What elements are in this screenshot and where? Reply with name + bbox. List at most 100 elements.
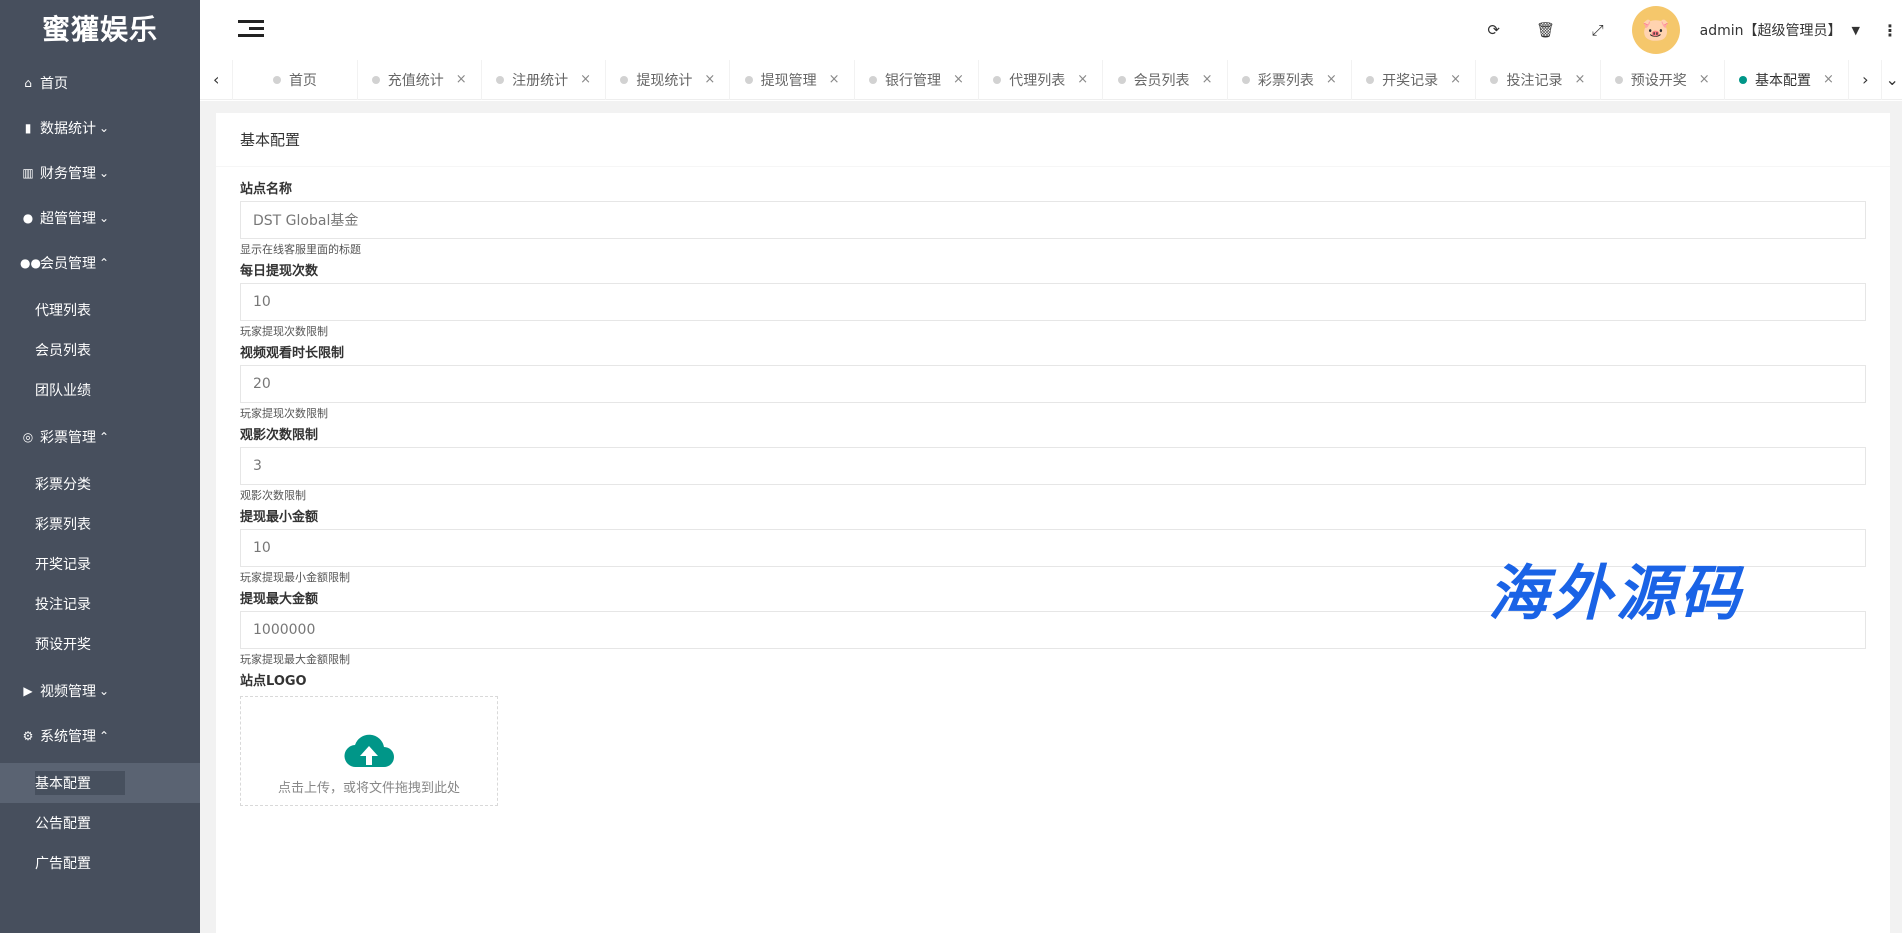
tab-dot [868, 75, 877, 84]
field-site-name: 站点名称 显示在线客服里面的标题 [240, 179, 1866, 261]
daily-withdraw-count-input[interactable] [240, 283, 1866, 321]
bar-chart-icon: ▮ [24, 120, 32, 135]
tab-menu-chevron-icon[interactable]: ⌄ [1882, 60, 1902, 100]
tab-draw-records[interactable]: 开奖记录 × [1352, 59, 1477, 100]
user-icon: ● [22, 210, 34, 225]
tab-withdraw-stats[interactable]: 提现统计 × [606, 59, 731, 100]
chevron-down-icon: ⌄ [99, 165, 110, 180]
tab-scroll-left-icon[interactable]: ‹ [200, 59, 234, 100]
close-icon[interactable]: × [1202, 72, 1213, 87]
close-icon[interactable]: × [1077, 72, 1088, 87]
tab-home[interactable]: 首页× [233, 59, 358, 100]
close-icon[interactable]: × [456, 72, 467, 87]
close-icon[interactable]: × [1326, 72, 1337, 87]
close-icon[interactable]: × [1574, 72, 1585, 87]
tab-basic-config[interactable]: 基本配置 × [1725, 59, 1850, 100]
tab-member-list[interactable]: 会员列表 × [1103, 59, 1228, 100]
field-label: 观影次数限制 [240, 428, 319, 443]
menu-toggle-icon[interactable] [238, 20, 264, 40]
tab-lottery-list[interactable]: 彩票列表 × [1228, 59, 1352, 100]
field-hint: 观影次数限制 [240, 489, 306, 502]
sidebar-subitem-basic-config[interactable]: 基本配置 [0, 763, 200, 803]
sidebar-item-finance[interactable]: ▥ 财务管理 ⌄ [0, 150, 200, 195]
sidebar-item-label: 会员管理 [40, 255, 96, 272]
sidebar-item-label: 系统管理 [40, 728, 96, 745]
view-count-limit-input[interactable] [240, 447, 1866, 485]
watermark-text: 海外源码 [1488, 559, 1744, 629]
sidebar: 蜜獾娱乐 ⌂ 首页 ▮ 数据统计 ⌄ ▥ 财务管理 ⌄ ● 超管管理 ⌄ ●● … [0, 0, 200, 933]
sidebar-subitem-preset-draw[interactable]: 预设开奖 [0, 624, 200, 664]
gear-icon: ⚙ [22, 728, 34, 743]
field-label: 提现最小金额 [240, 510, 319, 525]
chevron-up-icon: ⌃ [99, 728, 110, 743]
tab-scroll-right-icon[interactable]: › [1849, 59, 1883, 100]
sidebar-item-super-admin[interactable]: ● 超管管理 ⌄ [0, 195, 200, 240]
field-daily-withdraw-count: 每日提现次数 玩家提现次数限制 [240, 261, 1866, 343]
more-icon[interactable]: ⋮ [1882, 21, 1898, 40]
close-icon[interactable]: × [580, 72, 591, 87]
refresh-icon[interactable]: ⟳ [1468, 21, 1520, 39]
cloud-upload-icon [344, 734, 394, 768]
sidebar-subitem-lottery-category[interactable]: 彩票分类 [0, 464, 200, 504]
users-icon: ●● [20, 255, 41, 270]
video-duration-limit-input[interactable] [240, 365, 1866, 403]
close-icon[interactable]: × [953, 72, 964, 87]
tab-recharge-stats[interactable]: 充值统计 × [358, 59, 482, 100]
tab-dot [1366, 75, 1375, 84]
caret-down-icon[interactable]: ▼ [1852, 24, 1860, 37]
sidebar-item-video[interactable]: ▶ 视频管理 ⌄ [0, 668, 200, 713]
avatar[interactable]: 🐷 [1631, 6, 1680, 54]
tab-dot [496, 75, 505, 84]
site-name-input[interactable] [240, 201, 1866, 239]
sidebar-item-label: 视频管理 [40, 683, 96, 700]
tab-withdraw-manage[interactable]: 提现管理 × [730, 59, 855, 100]
sidebar-subitem-lottery-list[interactable]: 彩票列表 [0, 504, 200, 544]
close-icon[interactable]: × [1823, 72, 1834, 87]
sidebar-item-label: 超管管理 [40, 210, 96, 227]
sidebar-item-system[interactable]: ⚙ 系统管理 ⌃ [0, 713, 200, 758]
tab-dot [371, 75, 380, 84]
main-content: 基本配置 站点名称 显示在线客服里面的标题 每日提现次数 玩家提现次数限制 视频… [200, 101, 1902, 933]
sidebar-subitem-members[interactable]: 会员列表 [0, 330, 200, 370]
sidebar-item-members[interactable]: ●● 会员管理 ⌃ [0, 240, 200, 285]
sidebar-item-lottery[interactable]: ◎ 彩票管理 ⌃ [0, 414, 200, 459]
tab-agent-list[interactable]: 代理列表 × [979, 59, 1104, 100]
sidebar-subitem-team[interactable]: 团队业绩 [0, 370, 200, 410]
tab-bet-records[interactable]: 投注记录 × [1476, 59, 1601, 100]
sidebar-subitem-notice-config[interactable]: 公告配置 [0, 803, 200, 843]
chevron-down-icon: ⌄ [99, 120, 110, 135]
tab-preset-draw[interactable]: 预设开奖 × [1601, 59, 1725, 100]
field-hint: 显示在线客服里面的标题 [240, 243, 361, 256]
tab-register-stats[interactable]: 注册统计 × [482, 59, 607, 100]
sidebar-item-home[interactable]: ⌂ 首页 [0, 60, 200, 105]
user-name[interactable]: admin【超级管理员】 [1700, 20, 1842, 40]
logo-upload-dropzone[interactable]: 点击上传，或将文件拖拽到此处 [240, 696, 498, 806]
close-icon[interactable]: × [1699, 72, 1710, 87]
close-icon[interactable]: × [829, 72, 840, 87]
sidebar-nav: ⌂ 首页 ▮ 数据统计 ⌄ ▥ 财务管理 ⌄ ● 超管管理 ⌄ ●● 会员管理 … [0, 60, 200, 883]
chevron-up-icon: ⌃ [99, 429, 110, 444]
tab-dot [1490, 75, 1499, 84]
sidebar-subitem-agents[interactable]: 代理列表 [0, 290, 200, 330]
tab-dot [1739, 75, 1748, 84]
field-label: 站点LOGO [240, 674, 307, 689]
sidebar-item-label: 彩票管理 [40, 429, 96, 446]
chevron-down-icon: ⌄ [99, 683, 110, 698]
config-card: 基本配置 站点名称 显示在线客服里面的标题 每日提现次数 玩家提现次数限制 视频… [216, 113, 1890, 933]
trash-icon[interactable]: 🗑 [1520, 21, 1572, 39]
sidebar-item-data-stats[interactable]: ▮ 数据统计 ⌄ [0, 105, 200, 150]
field-view-count-limit: 观影次数限制 观影次数限制 [240, 425, 1866, 507]
top-bar: ⟳ 🗑 ⤢ 🐷 admin【超级管理员】 ▼ ⋮ [200, 0, 1902, 60]
close-icon[interactable]: × [1450, 72, 1461, 87]
sidebar-subitem-ad-config[interactable]: 广告配置 [0, 843, 200, 883]
tab-dot [1614, 75, 1623, 84]
chevron-down-icon: ⌄ [99, 210, 110, 225]
field-label: 视频观看时长限制 [240, 346, 345, 361]
sidebar-item-label: 首页 [40, 75, 68, 92]
config-form: 站点名称 显示在线客服里面的标题 每日提现次数 玩家提现次数限制 视频观看时长限… [216, 167, 1890, 806]
sidebar-subitem-bet-records[interactable]: 投注记录 [0, 584, 200, 624]
fullscreen-icon[interactable]: ⤢ [1572, 21, 1624, 39]
sidebar-subitem-draw-records[interactable]: 开奖记录 [0, 544, 200, 584]
close-icon[interactable]: × [704, 72, 715, 87]
tab-bank-manage[interactable]: 银行管理 × [855, 59, 980, 100]
